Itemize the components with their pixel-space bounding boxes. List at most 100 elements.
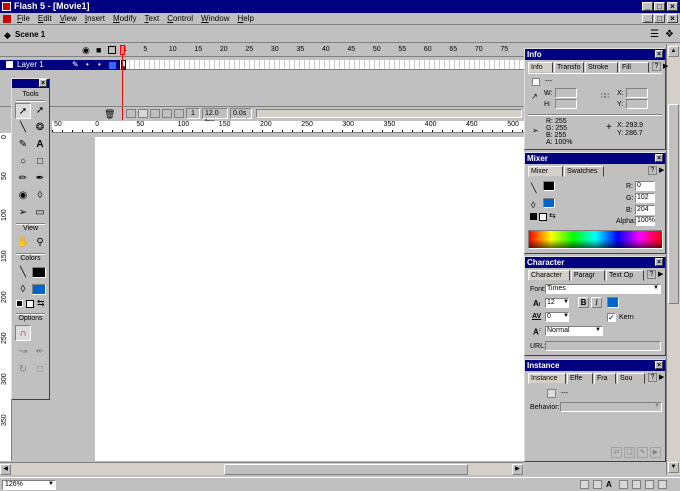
v-scroll-thumb[interactable] bbox=[668, 104, 679, 304]
visible-dot-icon[interactable]: • bbox=[86, 60, 89, 69]
stage-workspace[interactable] bbox=[13, 133, 524, 461]
menu-edit[interactable]: Edit bbox=[34, 13, 56, 24]
stroke-color-swatch[interactable] bbox=[32, 267, 46, 278]
font-field[interactable]: Times bbox=[545, 284, 661, 294]
info-launcher-icon[interactable] bbox=[580, 480, 589, 489]
font-size-dropdown-icon[interactable]: ▼ bbox=[563, 299, 569, 305]
baseline-dropdown-icon[interactable]: ▼ bbox=[595, 327, 601, 333]
menu-text[interactable]: Text bbox=[141, 13, 164, 24]
default-colors-icon[interactable] bbox=[16, 300, 23, 307]
instance-launcher-icon[interactable] bbox=[619, 480, 628, 489]
bold-button[interactable]: B bbox=[578, 297, 589, 308]
maximize-button[interactable]: □ bbox=[654, 2, 665, 11]
behavior-dropdown-icon[interactable]: ▼ bbox=[654, 403, 660, 409]
menu-modify[interactable]: Modify bbox=[109, 13, 141, 24]
tab-paragraph[interactable]: Paragr bbox=[571, 270, 605, 281]
tab-frame[interactable]: Fra bbox=[594, 373, 616, 384]
kern-checkbox[interactable]: ✓ bbox=[607, 313, 616, 322]
doc-icon[interactable] bbox=[3, 15, 11, 23]
duplicate-symbol-icon[interactable]: ❏ bbox=[624, 447, 635, 458]
stage-h-scrollbar[interactable]: ◀ ▶ bbox=[0, 462, 524, 475]
onion-skin-icon[interactable] bbox=[138, 109, 148, 118]
lock-icon[interactable]: ■ bbox=[96, 45, 101, 55]
scroll-down-arrow[interactable]: ▼ bbox=[668, 462, 679, 473]
scroll-left-arrow[interactable]: ◀ bbox=[0, 464, 11, 475]
mixer-launcher-icon[interactable] bbox=[593, 480, 602, 489]
info-close-icon[interactable]: × bbox=[655, 50, 663, 58]
fill-color-swatch[interactable] bbox=[32, 284, 46, 295]
smooth-icon[interactable]: ↝ bbox=[15, 344, 31, 360]
doc-close-button[interactable]: × bbox=[667, 14, 678, 23]
scroll-right-arrow[interactable]: ▶ bbox=[512, 464, 523, 475]
straighten-icon[interactable]: ↞ bbox=[32, 344, 48, 360]
movie-explorer-launcher-icon[interactable] bbox=[658, 480, 667, 489]
mixer-fill-swatch[interactable] bbox=[543, 198, 555, 208]
edit-multiple-icon[interactable] bbox=[162, 109, 172, 118]
url-field[interactable] bbox=[545, 341, 661, 351]
onion-markers-icon[interactable] bbox=[174, 109, 184, 118]
pencil-tool-icon[interactable]: ✏ bbox=[15, 171, 31, 187]
mixer-menu-icon[interactable]: ▶ bbox=[659, 166, 664, 177]
brush-tool-icon[interactable]: ✒ bbox=[32, 171, 48, 187]
alpha-field[interactable]: 100% bbox=[635, 216, 655, 226]
font-dropdown-icon[interactable]: ▼ bbox=[653, 285, 659, 291]
edit-symbols-icon[interactable]: ❖ bbox=[665, 29, 674, 40]
layer-row[interactable]: Layer 1 ✎ • • bbox=[0, 60, 120, 70]
r-field[interactable]: 0 bbox=[635, 181, 655, 191]
mixer-stroke-swatch[interactable] bbox=[543, 181, 555, 191]
stage-canvas[interactable] bbox=[95, 137, 524, 461]
no-color-icon[interactable] bbox=[26, 300, 34, 308]
info-help-icon[interactable]: ? bbox=[652, 62, 661, 71]
eye-icon[interactable]: ◉ bbox=[82, 45, 90, 56]
tab-character[interactable]: Character bbox=[528, 270, 570, 281]
tab-effect[interactable]: Effe bbox=[567, 373, 593, 384]
line-tool-icon[interactable]: ╲ bbox=[15, 120, 31, 136]
swap-colors-icon[interactable]: ⇆ bbox=[37, 298, 45, 309]
edit-scene-icon[interactable]: ☰ bbox=[650, 29, 659, 40]
ink-bottle-tool-icon[interactable]: ◉ bbox=[15, 188, 31, 204]
tab-instance[interactable]: Instance bbox=[528, 373, 566, 384]
tab-info[interactable]: Info bbox=[528, 62, 553, 73]
subselect-tool-icon[interactable]: ➚ bbox=[32, 103, 48, 119]
menu-insert[interactable]: Insert bbox=[81, 13, 109, 24]
frames-grid[interactable] bbox=[120, 60, 524, 70]
tracking-dropdown-icon[interactable]: ▼ bbox=[563, 313, 569, 319]
rotate-icon[interactable]: ↻ bbox=[15, 362, 31, 378]
instance-menu-icon[interactable]: ▶ bbox=[659, 373, 664, 384]
edit-symbol-icon[interactable]: ✎ bbox=[637, 447, 648, 458]
character-menu-icon[interactable]: ▶ bbox=[658, 270, 663, 281]
library-launcher-icon[interactable] bbox=[632, 480, 641, 489]
tab-text-options[interactable]: Text Op bbox=[606, 270, 644, 281]
tab-fill[interactable]: Fill bbox=[619, 62, 649, 73]
paint-bucket-tool-icon[interactable]: ◊ bbox=[32, 188, 48, 204]
playhead-handle[interactable] bbox=[120, 45, 125, 55]
tab-mixer[interactable]: Mixer bbox=[528, 166, 563, 177]
mixer-no-color-icon[interactable] bbox=[539, 213, 547, 221]
behavior-select[interactable] bbox=[560, 402, 662, 412]
scroll-thumb[interactable] bbox=[224, 464, 468, 475]
pen-tool-icon[interactable]: ✎ bbox=[15, 137, 31, 153]
oval-tool-icon[interactable]: ○ bbox=[15, 154, 31, 170]
outline-color-icon[interactable] bbox=[109, 62, 116, 69]
y-field[interactable] bbox=[626, 99, 648, 109]
mixer-default-colors-icon[interactable] bbox=[530, 213, 537, 220]
text-color-swatch[interactable] bbox=[607, 297, 619, 308]
mixer-help-icon[interactable]: ? bbox=[648, 166, 657, 175]
scroll-up-arrow[interactable]: ▲ bbox=[668, 46, 679, 57]
zoom-dropdown-icon[interactable]: ▼ bbox=[48, 481, 54, 487]
menu-window[interactable]: Window bbox=[197, 13, 233, 24]
x-field[interactable] bbox=[626, 88, 648, 98]
frame-rate[interactable]: 12.0 fps bbox=[202, 108, 228, 126]
italic-button[interactable]: I bbox=[591, 297, 602, 308]
character-launcher-icon[interactable]: A bbox=[606, 480, 615, 489]
menu-view[interactable]: View bbox=[56, 13, 81, 24]
info-menu-icon[interactable]: ▶ bbox=[663, 62, 668, 73]
menu-file[interactable]: File bbox=[13, 13, 34, 24]
dropper-tool-icon[interactable]: ➢ bbox=[15, 205, 31, 221]
tools-close-icon[interactable]: × bbox=[39, 79, 47, 87]
g-field[interactable]: 102 bbox=[635, 193, 655, 203]
tab-sound[interactable]: Sou bbox=[617, 373, 645, 384]
swap-symbol-icon[interactable]: ⇄ bbox=[611, 447, 622, 458]
outline-icon[interactable] bbox=[108, 46, 116, 54]
instance-help-icon[interactable]: ? bbox=[648, 373, 657, 382]
